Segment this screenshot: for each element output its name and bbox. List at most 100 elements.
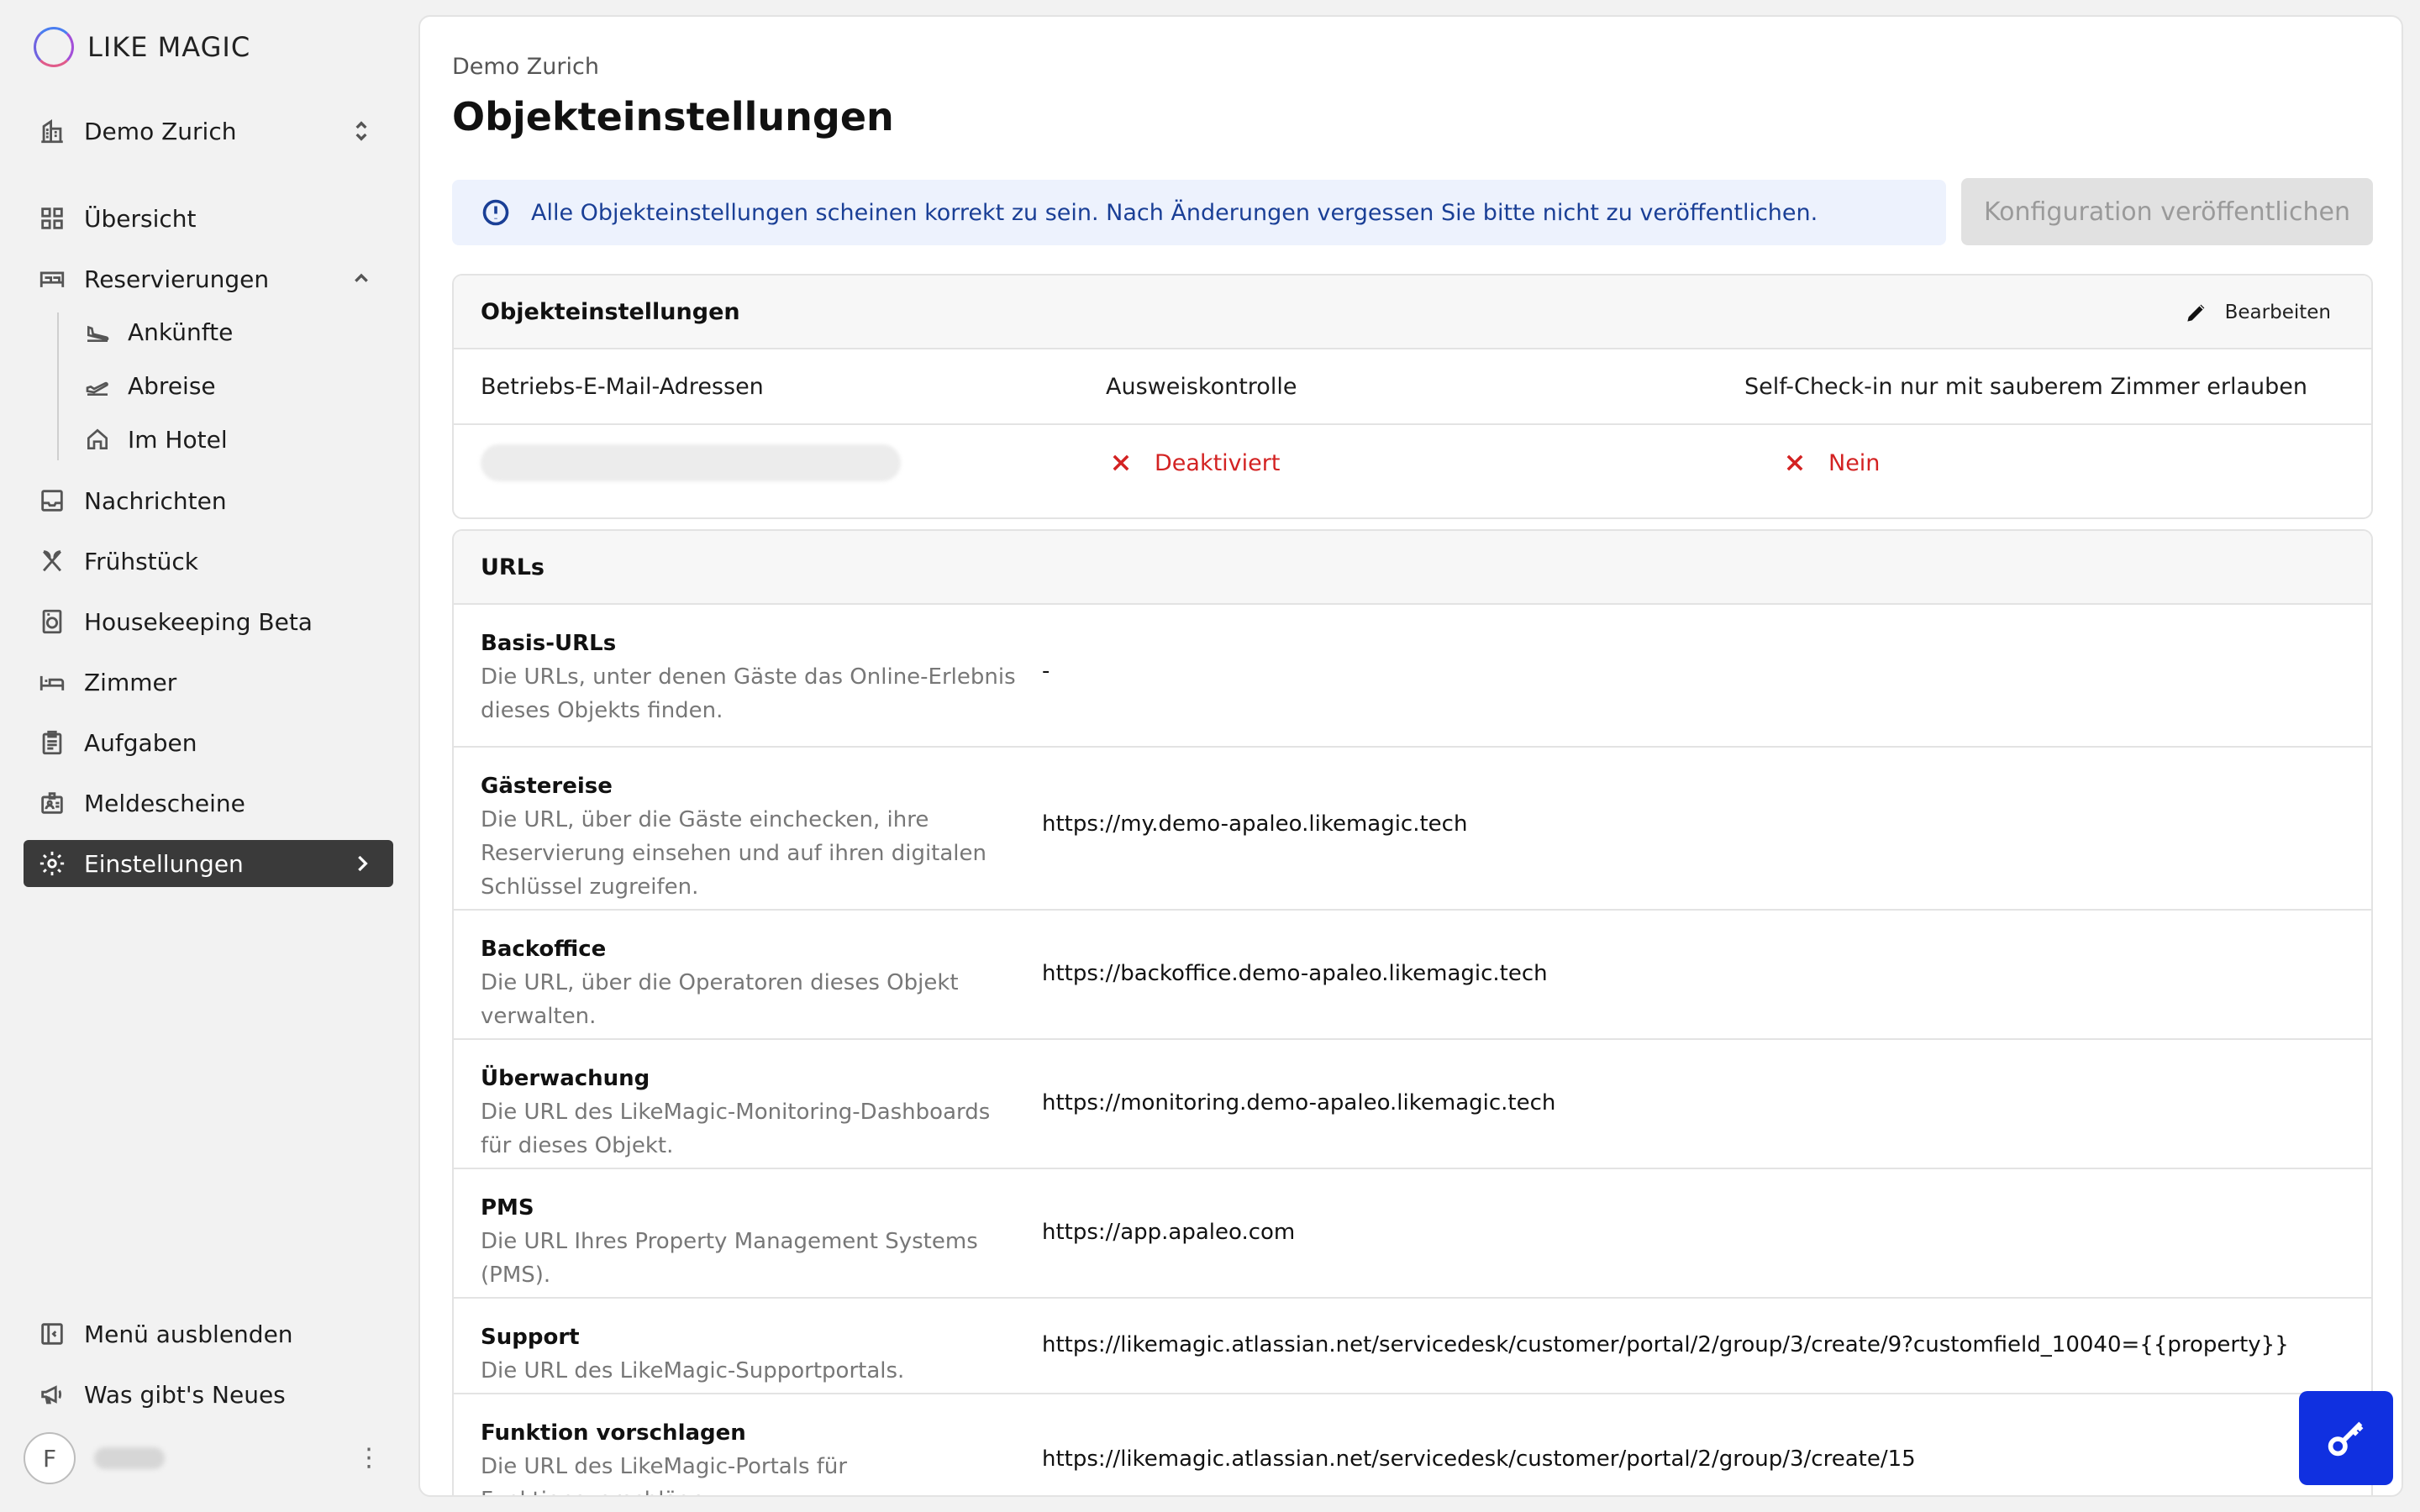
info-alert-text: Alle Objekteinstellungen scheinen korrek… bbox=[531, 199, 1818, 226]
sidebar-subitem-label: Ankünfte bbox=[128, 318, 234, 346]
url-row-desc: Die URL des LikeMagic-Portals für bbox=[481, 1454, 848, 1479]
sidebar-subitem-arrivals[interactable]: Ankünfte bbox=[71, 311, 390, 353]
url-row-desc: Die URL Ihres Property Management System… bbox=[481, 1229, 978, 1254]
sidebar-item-label: Frühstück bbox=[84, 547, 198, 575]
url-row-desc: Schlüssel zugreifen. bbox=[481, 874, 699, 900]
gear-icon bbox=[37, 848, 67, 879]
whats-new-label: Was gibt's Neues bbox=[84, 1380, 286, 1409]
main-content: Demo Zurich Objekteinstellungen Alle Obj… bbox=[418, 15, 2403, 1497]
avatar: F bbox=[24, 1432, 76, 1484]
clipboard-icon bbox=[37, 727, 67, 758]
url-row-value: - bbox=[1042, 659, 1050, 684]
sidebar-item-breakfast[interactable]: Frühstück bbox=[24, 538, 393, 585]
sidebar-item-overview[interactable]: Übersicht bbox=[24, 195, 393, 242]
column-header: Self-Check-in nur mit sauberem Zimmer er… bbox=[1744, 373, 2308, 400]
whats-new-button[interactable]: Was gibt's Neues bbox=[24, 1371, 393, 1418]
chevron-up-down-icon bbox=[348, 118, 375, 144]
washing-machine-icon bbox=[37, 606, 67, 637]
property-settings-panel: Objekteinstellungen Bearbeiten Betriebs-… bbox=[452, 274, 2373, 519]
url-row-value[interactable]: https://likemagic.atlassian.net/serviced… bbox=[1042, 1332, 2289, 1357]
url-row-title: Basis-URLs bbox=[481, 631, 617, 656]
sidebar-item-label: Nachrichten bbox=[84, 486, 227, 515]
plane-takeoff-icon bbox=[82, 370, 113, 401]
chevron-up-icon bbox=[348, 265, 375, 292]
url-row-desc: Reservierung einsehen und auf ihren digi… bbox=[481, 841, 986, 866]
url-row-desc: Die URL, über die Operatoren dieses Obje… bbox=[481, 970, 959, 995]
plane-landing-icon bbox=[82, 317, 113, 347]
sidebar-item-messages[interactable]: Nachrichten bbox=[24, 477, 393, 524]
url-row-value[interactable]: https://my.demo-apaleo.likemagic.tech bbox=[1042, 811, 1467, 837]
url-row-desc: (PMS). bbox=[481, 1263, 551, 1288]
url-row-value[interactable]: https://monitoring.demo-apaleo.likemagic… bbox=[1042, 1090, 1555, 1116]
sidebar-subitem-departures[interactable]: Abreise bbox=[71, 365, 390, 407]
column-header: Ausweiskontrolle bbox=[1106, 373, 1297, 400]
logo-circle-icon bbox=[34, 27, 74, 67]
email-address-redacted bbox=[481, 444, 901, 481]
bed-icon bbox=[37, 264, 67, 294]
info-circle-icon bbox=[481, 197, 511, 228]
app-logo[interactable]: LIKE MAGIC bbox=[34, 25, 250, 69]
sidebar-item-label: Zimmer bbox=[84, 668, 177, 696]
user-name-redacted bbox=[94, 1447, 165, 1469]
sidebar-item-tasks[interactable]: Aufgaben bbox=[24, 719, 393, 766]
inbox-icon bbox=[37, 486, 67, 516]
property-selector[interactable]: Demo Zurich bbox=[24, 108, 393, 155]
column-header: Betriebs-E-Mail-Adressen bbox=[481, 373, 764, 400]
collapse-menu-button[interactable]: Menü ausblenden bbox=[24, 1310, 393, 1357]
url-row-title: Gästereise bbox=[481, 774, 613, 799]
sidebar-item-label: Übersicht bbox=[84, 204, 197, 233]
id-check-value: Deaktiviert bbox=[1155, 449, 1281, 476]
url-row-feature-request: Funktion vorschlagen Die URL des LikeMag… bbox=[454, 1394, 2371, 1495]
info-alert: Alle Objekteinstellungen scheinen korrek… bbox=[452, 180, 1946, 245]
logo-text: LIKE MAGIC bbox=[87, 31, 251, 63]
sidebar-item-settings[interactable]: Einstellungen bbox=[24, 840, 393, 887]
cutlery-icon bbox=[37, 546, 67, 576]
sidebar-subitem-in-hotel[interactable]: Im Hotel bbox=[71, 418, 390, 460]
panel-header: Objekteinstellungen Bearbeiten bbox=[454, 276, 2371, 349]
x-icon bbox=[1113, 454, 1129, 471]
submenu-guide-line bbox=[57, 312, 59, 460]
edit-label: Bearbeiten bbox=[2224, 302, 2331, 323]
url-row-backoffice: Backoffice Die URL, über die Operatoren … bbox=[454, 911, 2371, 1040]
sidebar-item-label: Housekeeping Beta bbox=[84, 607, 313, 636]
user-profile-row[interactable]: F ⋮ bbox=[24, 1431, 393, 1485]
sidebar-item-registration-forms[interactable]: Meldescheine bbox=[24, 780, 393, 827]
settings-header-row: Betriebs-E-Mail-Adressen Ausweiskontroll… bbox=[454, 349, 2371, 425]
page-title: Objekteinstellungen bbox=[452, 94, 894, 139]
property-selector-label: Demo Zurich bbox=[84, 117, 237, 145]
sidebar-subitem-label: Im Hotel bbox=[128, 425, 228, 454]
url-row-monitoring: Überwachung Die URL des LikeMagic-Monito… bbox=[454, 1040, 2371, 1169]
url-row-value[interactable]: https://app.apaleo.com bbox=[1042, 1220, 1295, 1245]
publish-configuration-button[interactable]: Konfiguration veröffentlichen bbox=[1961, 178, 2373, 245]
grid-icon bbox=[37, 203, 67, 234]
id-badge-icon bbox=[37, 788, 67, 818]
panel-title: URLs bbox=[481, 554, 544, 580]
home-icon bbox=[82, 424, 113, 454]
chevron-right-icon bbox=[348, 850, 375, 877]
url-row-title: Funktion vorschlagen bbox=[481, 1420, 746, 1446]
url-row-desc: Funktionsvorschläge. bbox=[481, 1483, 1018, 1495]
sidebar-item-housekeeping[interactable]: Housekeeping Beta bbox=[24, 598, 393, 645]
building-icon bbox=[37, 116, 67, 146]
sidebar-item-reservations[interactable]: Reservierungen bbox=[24, 255, 393, 302]
edit-button[interactable]: Bearbeiten bbox=[2183, 296, 2331, 329]
url-row-value[interactable]: https://likemagic.atlassian.net/serviced… bbox=[1042, 1446, 1916, 1472]
pencil-icon bbox=[2186, 304, 2204, 322]
url-row-guest-journey: Gästereise Die URL, über die Gäste einch… bbox=[454, 748, 2371, 911]
url-row-title: Backoffice bbox=[481, 937, 607, 962]
sidebar-item-rooms[interactable]: Zimmer bbox=[24, 659, 393, 706]
clean-room-value: Nein bbox=[1828, 449, 1881, 476]
id-check-status: Deaktiviert bbox=[1109, 450, 1280, 476]
url-row-desc: Die URL, über die Gäste einchecken, ihre bbox=[481, 807, 929, 832]
key-icon bbox=[2328, 1421, 2364, 1457]
urls-panel: URLs Basis-URLs Die URLs, unter denen Gä… bbox=[452, 529, 2373, 1495]
url-row-value[interactable]: https://backoffice.demo-apaleo.likemagic… bbox=[1042, 961, 1548, 986]
url-row-desc: Die URL des LikeMagic-Supportportals. bbox=[481, 1358, 905, 1383]
more-vertical-icon[interactable]: ⋮ bbox=[356, 1443, 381, 1473]
settings-value-row: Deaktiviert Nein bbox=[454, 425, 2371, 501]
url-row-desc: für dieses Objekt. bbox=[481, 1133, 674, 1158]
room-bed-icon bbox=[37, 667, 67, 697]
key-action-button[interactable] bbox=[2299, 1391, 2393, 1485]
sidebar-item-label: Aufgaben bbox=[84, 728, 197, 757]
breadcrumb[interactable]: Demo Zurich bbox=[452, 54, 599, 80]
